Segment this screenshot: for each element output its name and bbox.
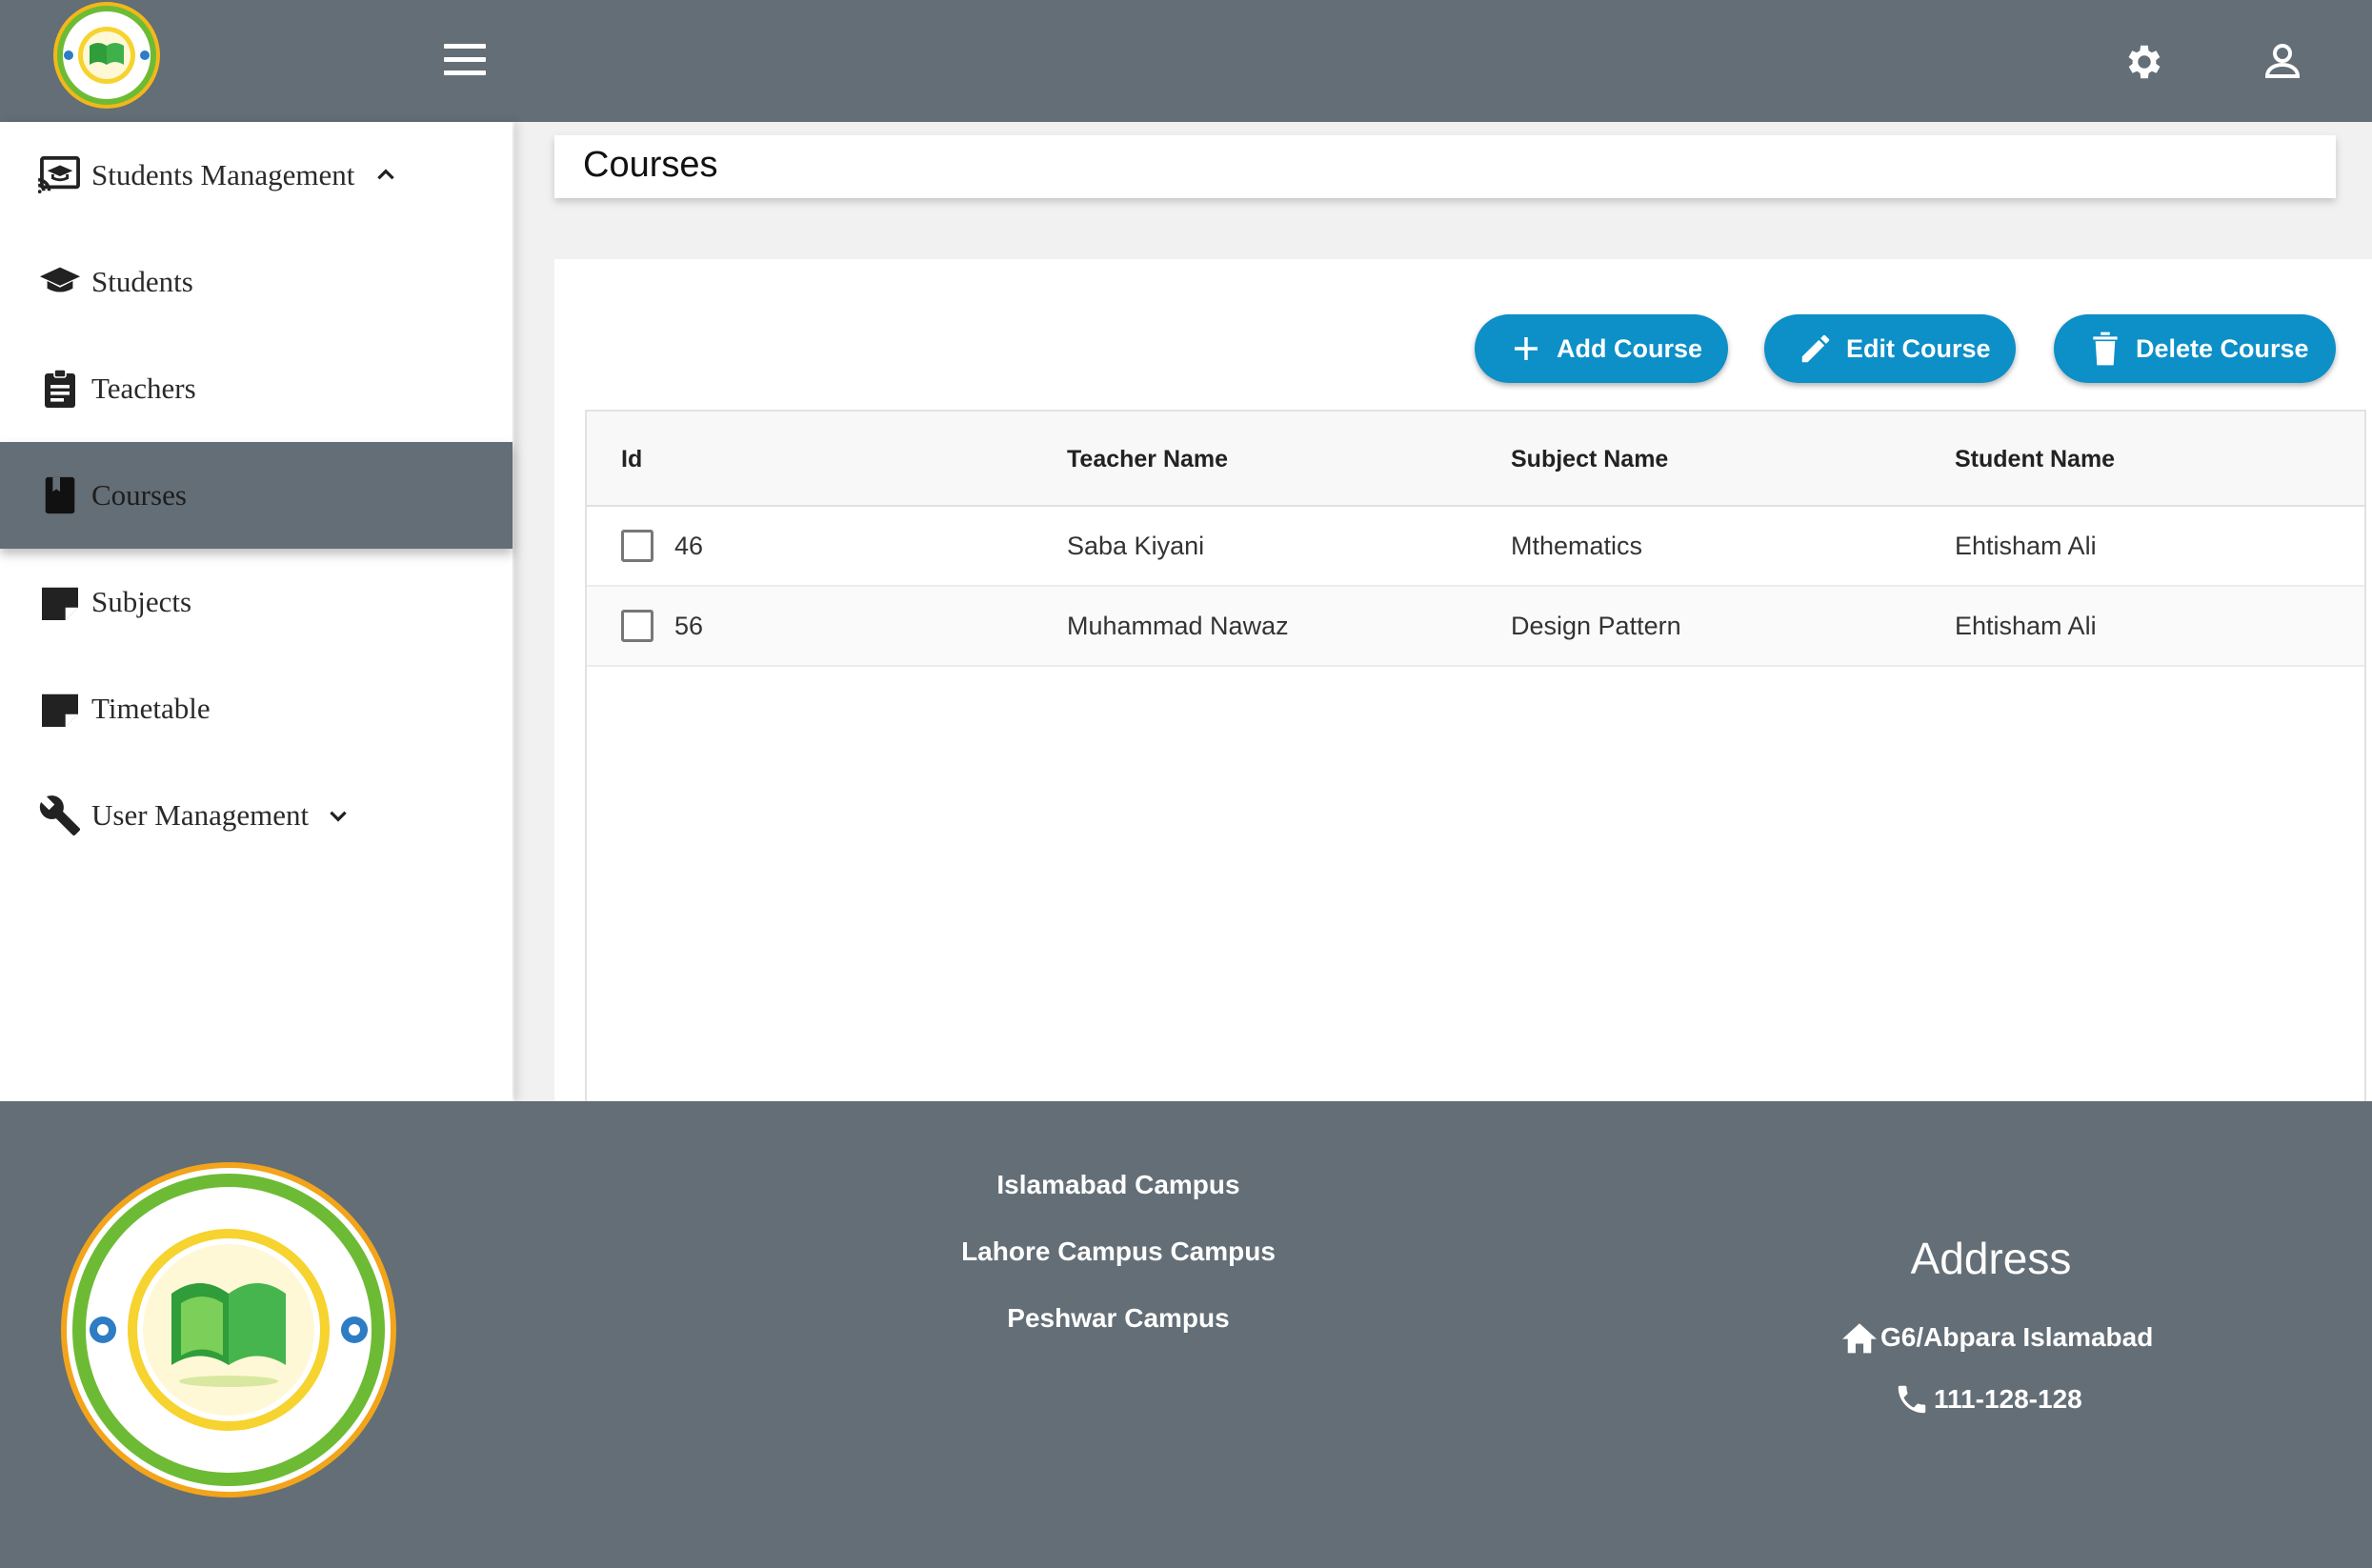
account-button[interactable] [2260, 38, 2305, 84]
row-checkbox[interactable] [621, 530, 653, 562]
courses-table: Id Teacher Name Subject Name Student Nam… [585, 410, 2366, 1103]
sidebar: Students Management Students Teachers Co… [0, 122, 513, 1101]
settings-button[interactable] [2122, 40, 2166, 84]
home-icon [1842, 1323, 1877, 1354]
chevron-up-icon [377, 169, 394, 180]
sidebar-item-label: User Management [91, 798, 310, 832]
top-app-bar [0, 0, 2372, 122]
graduation-cap-icon [38, 260, 82, 304]
hamburger-icon [444, 44, 486, 49]
sidebar-item-courses[interactable]: Courses [0, 442, 513, 549]
table-row[interactable]: 46 Saba Kiyani Mthematics Ehtisham Ali [587, 507, 2364, 587]
cell-id: 46 [674, 532, 704, 560]
address-title: Address [1910, 1234, 2072, 1283]
school-logo-large [59, 1160, 398, 1499]
clipboard-icon [38, 367, 82, 411]
sidebar-item-user-management[interactable]: User Management [0, 762, 513, 869]
cell-subject-name: Design Pattern [1511, 612, 1681, 640]
footer: Islamabad Campus Lahore Campus Campus Pe… [0, 1101, 2372, 1568]
cell-student-name: Ehtisham Ali [1955, 532, 2097, 560]
cell-subject-name: Mthematics [1511, 532, 1643, 560]
wrench-icon [38, 794, 82, 837]
phone-icon [1898, 1385, 1926, 1414]
delete-course-button[interactable]: Delete Course [2054, 314, 2336, 383]
sidebar-item-label: Teachers [91, 372, 196, 405]
sidebar-item-label: Students Management [91, 158, 355, 191]
cell-student-name: Ehtisham Ali [1955, 612, 2097, 640]
address-text: G6/Abpara Islamabad [1880, 1322, 2154, 1352]
trash-icon [2086, 330, 2124, 368]
school-logo[interactable] [40, 0, 173, 112]
add-course-button[interactable]: Add Course [1475, 314, 1728, 383]
cell-id: 56 [674, 612, 704, 640]
column-header-subject-name[interactable]: Subject Name [1511, 446, 1668, 473]
row-checkbox[interactable] [621, 610, 653, 642]
sidebar-item-label: Subjects [91, 585, 192, 618]
note-icon [38, 580, 82, 624]
phone-text: 111-128-128 [1934, 1384, 2082, 1414]
note-icon [38, 687, 82, 731]
campus-link-lahore[interactable]: Lahore Campus Campus [833, 1236, 1404, 1267]
campus-link-peshwar[interactable]: Peshwar Campus [833, 1303, 1404, 1334]
edit-course-button[interactable]: Edit Course [1764, 314, 2016, 383]
cell-teacher-name: Saba Kiyani [1067, 532, 1205, 560]
sidebar-item-students-management[interactable]: Students Management [0, 122, 513, 229]
page-title-card: Courses [554, 135, 2336, 198]
account-icon [2264, 44, 2301, 78]
cast-education-icon [38, 153, 82, 197]
page-title: Courses [583, 145, 718, 185]
sidebar-item-label: Students [91, 265, 193, 298]
address-line: G6/Abpara Islamabad [1840, 1320, 2153, 1355]
book-icon [38, 473, 82, 517]
sidebar-item-label: Timetable [91, 692, 211, 725]
sidebar-item-subjects[interactable]: Subjects [0, 549, 513, 655]
cell-teacher-name: Muhammad Nawaz [1067, 612, 1289, 640]
hamburger-menu-button[interactable] [444, 44, 486, 82]
column-header-teacher-name[interactable]: Teacher Name [1067, 446, 1228, 473]
table-header: Id Teacher Name Subject Name Student Nam… [587, 412, 2364, 507]
campus-link-islamabad[interactable]: Islamabad Campus [833, 1170, 1404, 1200]
column-header-id[interactable]: Id [621, 446, 642, 473]
pencil-icon [1797, 330, 1835, 368]
plus-icon [1507, 330, 1545, 368]
sidebar-item-timetable[interactable]: Timetable [0, 655, 513, 762]
sidebar-item-label: Courses [91, 478, 187, 512]
table-row[interactable]: 56 Muhammad Nawaz Design Pattern Ehtisha… [587, 587, 2364, 667]
sidebar-item-students[interactable]: Students [0, 229, 513, 335]
sidebar-item-teachers[interactable]: Teachers [0, 335, 513, 442]
column-header-student-name[interactable]: Student Name [1955, 446, 2115, 473]
phone-line: 111-128-128 [1894, 1381, 2082, 1417]
gear-icon [2128, 45, 2161, 79]
chevron-down-icon [330, 811, 347, 822]
